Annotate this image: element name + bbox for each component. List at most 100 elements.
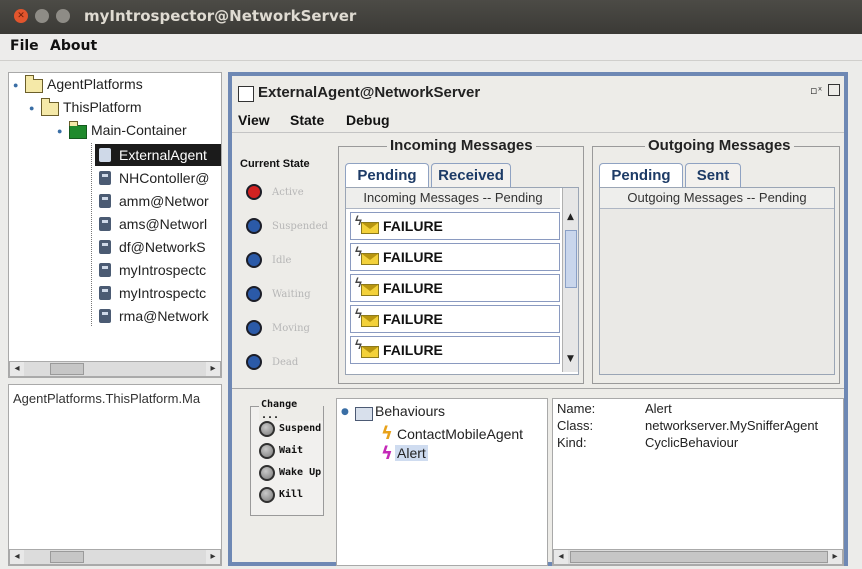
expand-handle-icon[interactable]: ● [341,408,350,417]
menu-divider [232,132,844,133]
behaviours-root[interactable]: Behaviours [375,403,445,419]
incoming-messages-title: Incoming Messages [387,137,536,154]
frame-icon [238,86,254,102]
selected-path: AgentPlatforms.ThisPlatform.Ma [13,391,201,406]
scroll-left-icon[interactable]: ◂ [554,550,568,564]
incoming-vscrollbar[interactable]: ▲ ▼ [562,188,578,372]
expand-handle-icon[interactable]: ● [13,81,22,90]
current-state-title: Current State [240,158,310,170]
agent-icon [99,171,111,185]
message-row[interactable]: ϟ FAILURE [350,305,560,333]
maximize-icon[interactable] [56,9,70,23]
scroll-right-icon[interactable]: ▸ [828,550,842,564]
expand-handle-icon[interactable]: ● [57,127,66,136]
menu-bar: File About [0,34,862,61]
state-dead-icon [246,354,262,370]
suspend-radio-icon[interactable] [259,421,275,437]
scroll-left-icon[interactable]: ◂ [10,550,24,564]
behaviour-item-selected[interactable]: Alert [395,445,428,461]
agent-name: myIntrospectc [119,262,207,278]
details-hscrollbar[interactable]: ◂ ▸ [553,549,843,565]
tree-agent[interactable]: df@NetworkS [95,236,221,258]
expand-handle-icon[interactable]: ● [29,104,38,113]
scroll-thumb[interactable] [50,363,84,375]
wakeup-button[interactable]: Wake Up [279,467,321,478]
scroll-thumb[interactable] [570,551,828,563]
tab-incoming-received[interactable]: Received [431,163,511,187]
agent-name: ExternalAgent [119,147,207,163]
tree-agent-selected[interactable]: ExternalAgent [95,144,221,166]
message-performative: FAILURE [383,218,443,234]
suspend-button[interactable]: Suspend [279,423,321,434]
frame-menu-debug[interactable]: Debug [346,112,390,128]
behaviour-details: Name: Alert Class: networkserver.MySniff… [552,398,844,566]
message-performative: FAILURE [383,342,443,358]
maximize-frame-icon[interactable] [828,84,840,96]
wait-button[interactable]: Wait [279,445,303,456]
agent-name: df@NetworkS [119,239,206,255]
wait-radio-icon[interactable] [259,443,275,459]
change-state-group: Change ... Suspend Wait Wake Up Kill [250,399,324,516]
incoming-column-header: Incoming Messages -- Pending [346,188,560,209]
change-title: Change ... [259,399,323,421]
minimize-frame-icon[interactable]: ▫ˣ [810,84,822,97]
tree-hscrollbar[interactable]: ◂ ▸ [9,361,221,377]
kill-radio-icon[interactable] [259,487,275,503]
agent-internal-frame: ExternalAgent@NetworkServer ▫ˣ View Stat… [228,72,848,566]
title-bar: ✕ myIntrospector@NetworkServer [0,0,862,34]
tab-incoming-pending[interactable]: Pending [345,163,429,187]
scroll-thumb[interactable] [565,230,577,288]
class-label: Class: [557,418,594,433]
tree-agent[interactable]: rma@Network [95,305,221,327]
agent-name: myIntrospectc [119,285,207,301]
message-row[interactable]: ϟ FAILURE [350,274,560,302]
scroll-left-icon[interactable]: ◂ [10,362,24,376]
envelope-icon [361,253,379,265]
scroll-right-icon[interactable]: ▸ [206,362,220,376]
tree-agent[interactable]: amm@Networ [95,190,221,212]
tab-outgoing-sent[interactable]: Sent [685,163,741,187]
close-icon[interactable]: ✕ [14,9,28,23]
state-suspended-icon [246,218,262,234]
scroll-down-icon[interactable]: ▼ [563,354,578,368]
window-title: myIntrospector@NetworkServer [84,7,357,25]
name-label: Name: [557,401,596,416]
outgoing-column-header: Outgoing Messages -- Pending [600,188,834,209]
agent-icon [99,194,111,208]
scroll-thumb[interactable] [50,551,84,563]
state-active-icon [246,184,262,200]
agent-icon [99,240,111,254]
behaviour-item[interactable]: ContactMobileAgent [397,426,523,442]
state-waiting-icon [246,286,262,302]
state-suspended-label: Suspended [272,221,328,232]
message-row[interactable]: ϟ FAILURE [350,336,560,364]
state-waiting-label: Waiting [272,289,311,300]
incoming-messages-group: Incoming Messages Pending Received Incom… [338,137,584,384]
message-performative: FAILURE [383,311,443,327]
kill-button[interactable]: Kill [279,489,303,500]
message-row[interactable]: ϟ FAILURE [350,212,560,240]
class-value: networkserver.MySnifferAgent [645,418,819,433]
state-moving-label: Moving [272,323,310,334]
envelope-icon [361,346,379,358]
tree-agent[interactable]: ams@Networl [95,213,221,235]
scroll-right-icon[interactable]: ▸ [206,550,220,564]
incoming-messages-table: Incoming Messages -- Pending ϟ FAILURE ϟ… [345,187,579,375]
tree-agent[interactable]: myIntrospectc [95,282,221,304]
tab-outgoing-pending[interactable]: Pending [599,163,683,187]
menu-file[interactable]: File [10,38,39,54]
tree-agent[interactable]: NHContoller@ [95,167,221,189]
message-row[interactable]: ϟ FAILURE [350,243,560,271]
tree-node-container[interactable]: Main-Container [91,119,187,141]
minimize-icon[interactable] [35,9,49,23]
tree-node-platform[interactable]: ThisPlatform [63,96,142,118]
agent-name: NHContoller@ [119,170,210,186]
tree-node-root[interactable]: AgentPlatforms [47,73,143,95]
menu-about[interactable]: About [50,38,97,54]
path-hscrollbar[interactable]: ◂ ▸ [9,549,221,565]
wakeup-radio-icon[interactable] [259,465,275,481]
scroll-up-icon[interactable]: ▲ [563,212,578,226]
tree-agent[interactable]: myIntrospectc [95,259,221,281]
frame-menu-view[interactable]: View [238,112,270,128]
frame-menu-state[interactable]: State [290,112,324,128]
